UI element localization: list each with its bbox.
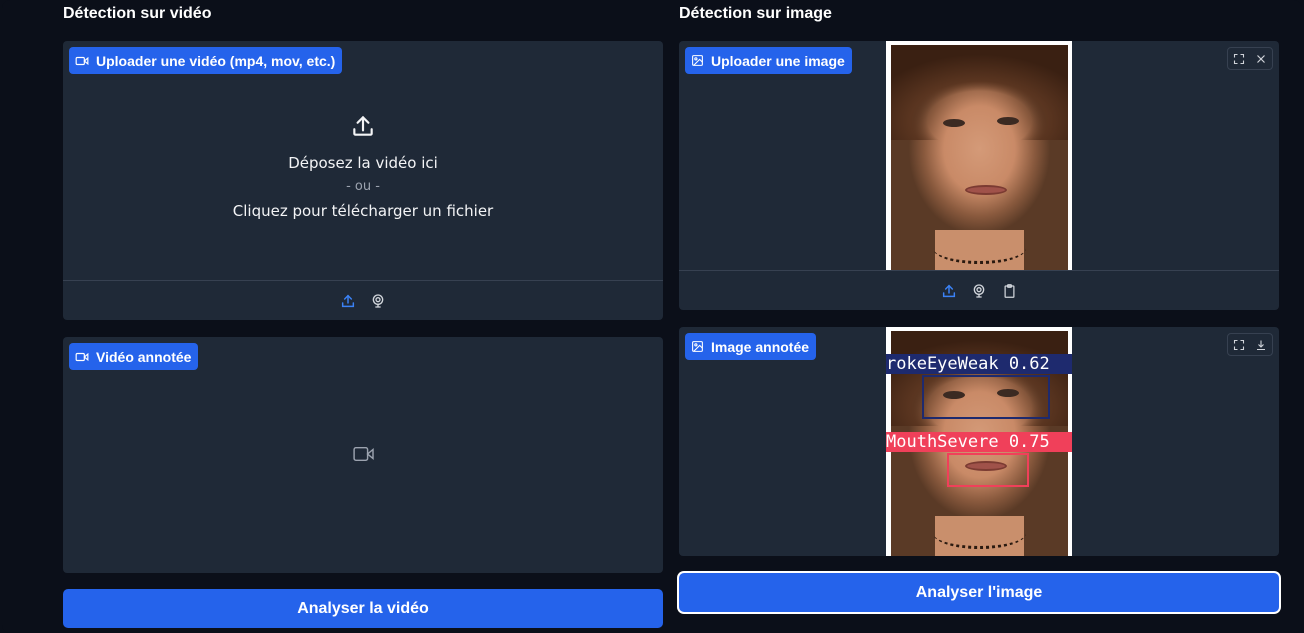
- dropzone-or-text: - ou -: [346, 179, 380, 194]
- image-upload-label-text: Uploader une image: [711, 52, 845, 69]
- webcam-icon: [973, 283, 985, 298]
- annotated-image-label-text: Image annotée: [711, 338, 810, 355]
- annotated-video-label-text: Vidéo annotée: [96, 348, 192, 365]
- video-source-bar: [63, 280, 663, 320]
- clear-image-button[interactable]: [1250, 48, 1272, 69]
- analyze-image-button[interactable]: Analyser l'image: [679, 573, 1279, 612]
- detection-box-eye: [922, 375, 1050, 419]
- annotated-image-panel: Image annotée rokeEyeWeak 0.62 MouthSeve…: [679, 327, 1279, 556]
- clipboard-icon: [1004, 283, 1014, 298]
- dropzone-text: Déposez la vidéo ici: [288, 154, 438, 172]
- video-section-title: Détection sur vidéo: [63, 5, 212, 22]
- app-frame: Détection sur vidéo Uploader une vidéo (…: [2, 0, 1302, 633]
- webcam-icon: [372, 293, 384, 308]
- upload-icon: [942, 284, 956, 297]
- video-upload-panel[interactable]: Uploader une vidéo (mp4, mov, etc.) Dépo…: [63, 41, 663, 320]
- close-icon: [1257, 54, 1265, 63]
- detection-label-eye: rokeEyeWeak 0.62: [886, 354, 1072, 374]
- image-icon: [692, 341, 703, 352]
- video-icon: [75, 56, 89, 65]
- upload-source-button[interactable]: [339, 292, 357, 310]
- webcam-source-button[interactable]: [369, 292, 387, 310]
- video-icon: [75, 352, 89, 361]
- image-upload-toolbar: [1227, 47, 1273, 70]
- dropzone-click-text: Cliquez pour télécharger un fichier: [232, 202, 494, 220]
- annotated-video-label: Vidéo annotée: [69, 343, 199, 370]
- video-dropzone[interactable]: Déposez la vidéo ici - ou - Cliquez pour…: [63, 113, 663, 223]
- annotated-face-image: rokeEyeWeak 0.62 MouthSevere 0.75: [886, 327, 1072, 556]
- fullscreen-button[interactable]: [1228, 48, 1250, 69]
- detection-label-mouth: MouthSevere 0.75: [886, 432, 1072, 452]
- annotated-video-panel: Vidéo annotée: [63, 337, 663, 573]
- detection-box-mouth: [947, 453, 1029, 487]
- image-icon: [692, 55, 703, 66]
- fullscreen-icon: [1233, 339, 1245, 350]
- video-placeholder-icon: [353, 445, 375, 467]
- upload-icon: [350, 113, 376, 143]
- video-upload-label: Uploader une vidéo (mp4, mov, etc.): [69, 47, 343, 74]
- uploaded-face-image: [886, 41, 1072, 271]
- upload-icon: [341, 294, 355, 307]
- image-upload-panel[interactable]: Uploader une image: [679, 41, 1279, 310]
- fullscreen-icon: [1233, 53, 1245, 64]
- analyze-video-button[interactable]: Analyser la vidéo: [63, 589, 663, 628]
- image-upload-label: Uploader une image: [685, 47, 852, 74]
- video-upload-label-text: Uploader une vidéo (mp4, mov, etc.): [96, 52, 336, 69]
- image-section-title: Détection sur image: [679, 5, 832, 22]
- upload-source-button[interactable]: [940, 282, 958, 300]
- download-icon: [1257, 340, 1265, 350]
- annotated-image-label: Image annotée: [685, 333, 817, 360]
- download-button[interactable]: [1250, 334, 1272, 355]
- image-source-bar: [679, 270, 1279, 310]
- fullscreen-button[interactable]: [1228, 334, 1250, 355]
- annotated-image-toolbar: [1227, 333, 1273, 356]
- clipboard-source-button[interactable]: [1000, 282, 1018, 300]
- webcam-source-button[interactable]: [970, 282, 988, 300]
